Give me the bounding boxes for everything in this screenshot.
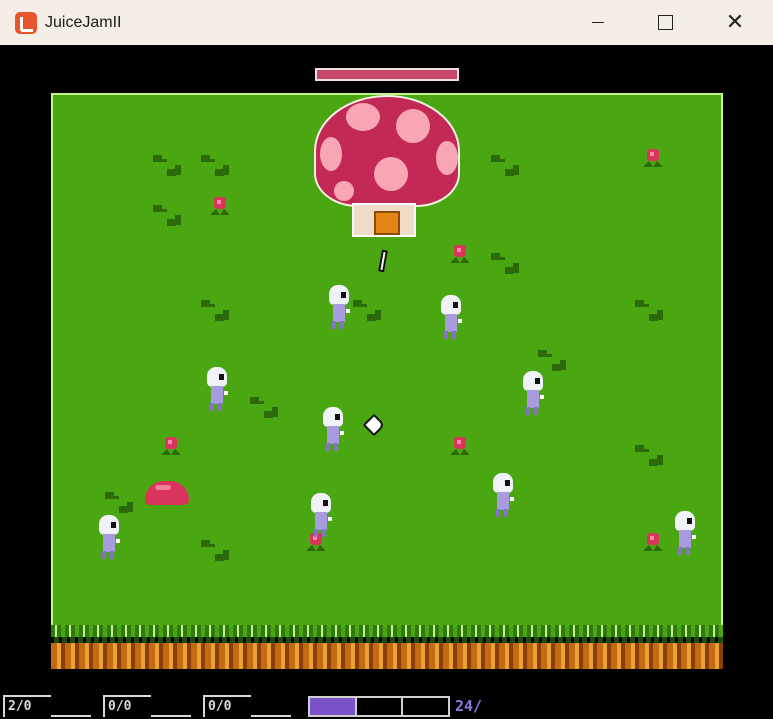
flower: [210, 197, 230, 219]
grass-tuft: [353, 300, 381, 322]
ammo-counter: 24/: [455, 697, 483, 715]
close-icon: ✕: [725, 10, 745, 35]
hud: 2/0 0/0 0/0 24/: [3, 695, 770, 719]
grass-tuft: [491, 155, 519, 177]
grass-tuft: [201, 540, 229, 562]
ghost-enemy: [491, 473, 515, 519]
maximize-button[interactable]: [642, 0, 688, 45]
boss-health-bar: [315, 68, 459, 81]
ghost-enemy: [321, 407, 345, 453]
grass-tuft: [635, 300, 663, 322]
grass-tuft: [153, 205, 181, 227]
flower: [450, 245, 470, 267]
mushroom-boss: [314, 95, 460, 237]
app-icon: [15, 11, 37, 34]
minimize-icon: [592, 22, 604, 23]
game-viewport[interactable]: 2/0 0/0 0/0 24/: [3, 45, 770, 719]
flower: [643, 149, 663, 171]
grass-tuft: [201, 300, 229, 322]
ghost-enemy: [309, 493, 333, 539]
close-button[interactable]: ✕: [712, 0, 758, 45]
window-title: JuiceJamII: [45, 13, 122, 31]
maximize-icon: [657, 15, 673, 30]
ghost-enemy: [327, 285, 351, 331]
energy-bar: [308, 696, 450, 717]
window-titlebar[interactable]: JuiceJamII ✕: [0, 0, 773, 45]
ghost-enemy: [205, 367, 229, 413]
energy-segment: [403, 698, 448, 715]
mushroom-stem: [352, 203, 416, 237]
mushroom-door: [374, 211, 400, 235]
hud-slot-3: 0/0: [203, 695, 291, 717]
mushroom-cap: [314, 95, 460, 207]
grass-tuft: [153, 155, 181, 177]
grass-tuft: [538, 350, 566, 372]
aim-cursor-icon: [362, 413, 386, 437]
grass-tuft: [105, 492, 133, 514]
ghost-enemy: [673, 511, 697, 557]
grass-tuft: [635, 445, 663, 467]
flower: [161, 437, 181, 459]
grass-tuft: [201, 155, 229, 177]
bone-item[interactable]: [376, 247, 390, 275]
minimize-button[interactable]: [575, 0, 621, 45]
energy-segment: [310, 698, 357, 715]
ghost-enemy: [439, 295, 463, 341]
hud-slot-1: 2/0: [3, 695, 91, 717]
hud-slot-2: 0/0: [103, 695, 191, 717]
energy-segment: [357, 698, 404, 715]
flower: [643, 533, 663, 555]
ghost-enemy: [521, 371, 545, 417]
player-slime: [145, 481, 189, 505]
arena[interactable]: [51, 93, 723, 669]
grass-tuft: [250, 397, 278, 419]
ground-strip: [51, 625, 723, 669]
flower: [450, 437, 470, 459]
boss-health-fill: [317, 70, 457, 79]
grass-tuft: [491, 253, 519, 275]
ghost-enemy: [97, 515, 121, 561]
